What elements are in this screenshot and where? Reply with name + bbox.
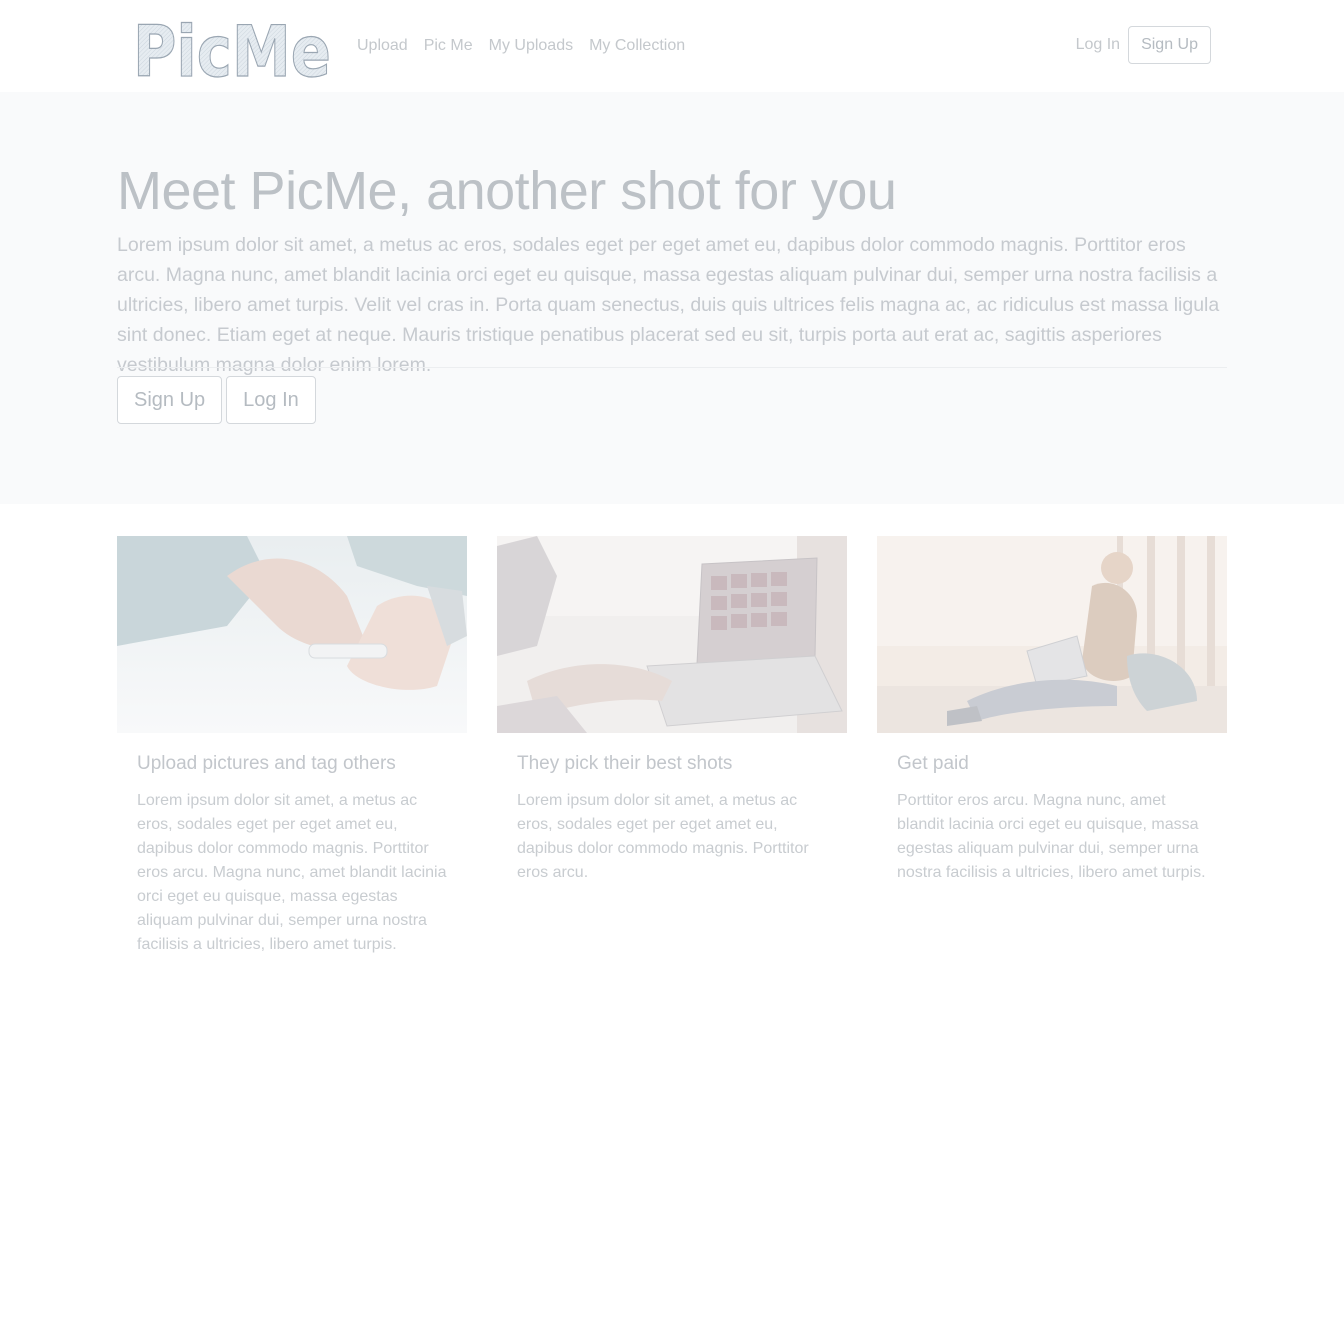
nav-auth: Log In Sign Up — [1076, 26, 1211, 64]
feature-card-paid: Get paid Porttitor eros arcu. Magna nunc… — [877, 536, 1227, 885]
nav-link-my-collection[interactable]: My Collection — [589, 37, 685, 55]
card-text: Lorem ipsum dolor sit amet, a metus ac e… — [517, 792, 809, 881]
hero-divider — [117, 367, 1227, 368]
nav-link-pic-me[interactable]: Pic Me — [424, 37, 473, 55]
hero-signup-button[interactable]: Sign Up — [117, 376, 223, 424]
hero-buttons: Sign Up Log In — [117, 376, 316, 424]
card-text: Porttitor eros arcu. Magna nunc, amet bl… — [897, 792, 1206, 881]
card-image-man-laptop — [877, 536, 1227, 733]
brand-logo-text: PicMe — [133, 11, 331, 82]
card-image-hands-phone — [117, 536, 467, 733]
nav-link-upload[interactable]: Upload — [357, 37, 408, 55]
card-text: Lorem ipsum dolor sit amet, a metus ac e… — [137, 792, 447, 953]
nav-signup-button[interactable]: Sign Up — [1128, 26, 1211, 64]
hero-title: Meet PicMe, another shot for you — [117, 161, 897, 221]
brand-logo[interactable]: PicMe — [131, 10, 335, 82]
navbar: PicMe Upload Pic Me My Uploads My Collec… — [0, 0, 1344, 92]
nav-login-link[interactable]: Log In — [1076, 36, 1120, 54]
nav-links: Upload Pic Me My Uploads My Collection — [357, 34, 685, 58]
nav-link-my-uploads[interactable]: My Uploads — [489, 37, 573, 55]
card-title: Get paid — [897, 753, 969, 774]
hero-login-button[interactable]: Log In — [226, 376, 316, 424]
card-title: Upload pictures and tag others — [137, 753, 396, 774]
feature-card-upload: Upload pictures and tag others Lorem ips… — [117, 536, 467, 957]
feature-card-pick: They pick their best shots Lorem ipsum d… — [497, 536, 847, 885]
card-title: They pick their best shots — [517, 753, 733, 774]
hero-text: Lorem ipsum dolor sit amet, a metus ac e… — [117, 234, 1220, 376]
card-image-laptop — [497, 536, 847, 733]
